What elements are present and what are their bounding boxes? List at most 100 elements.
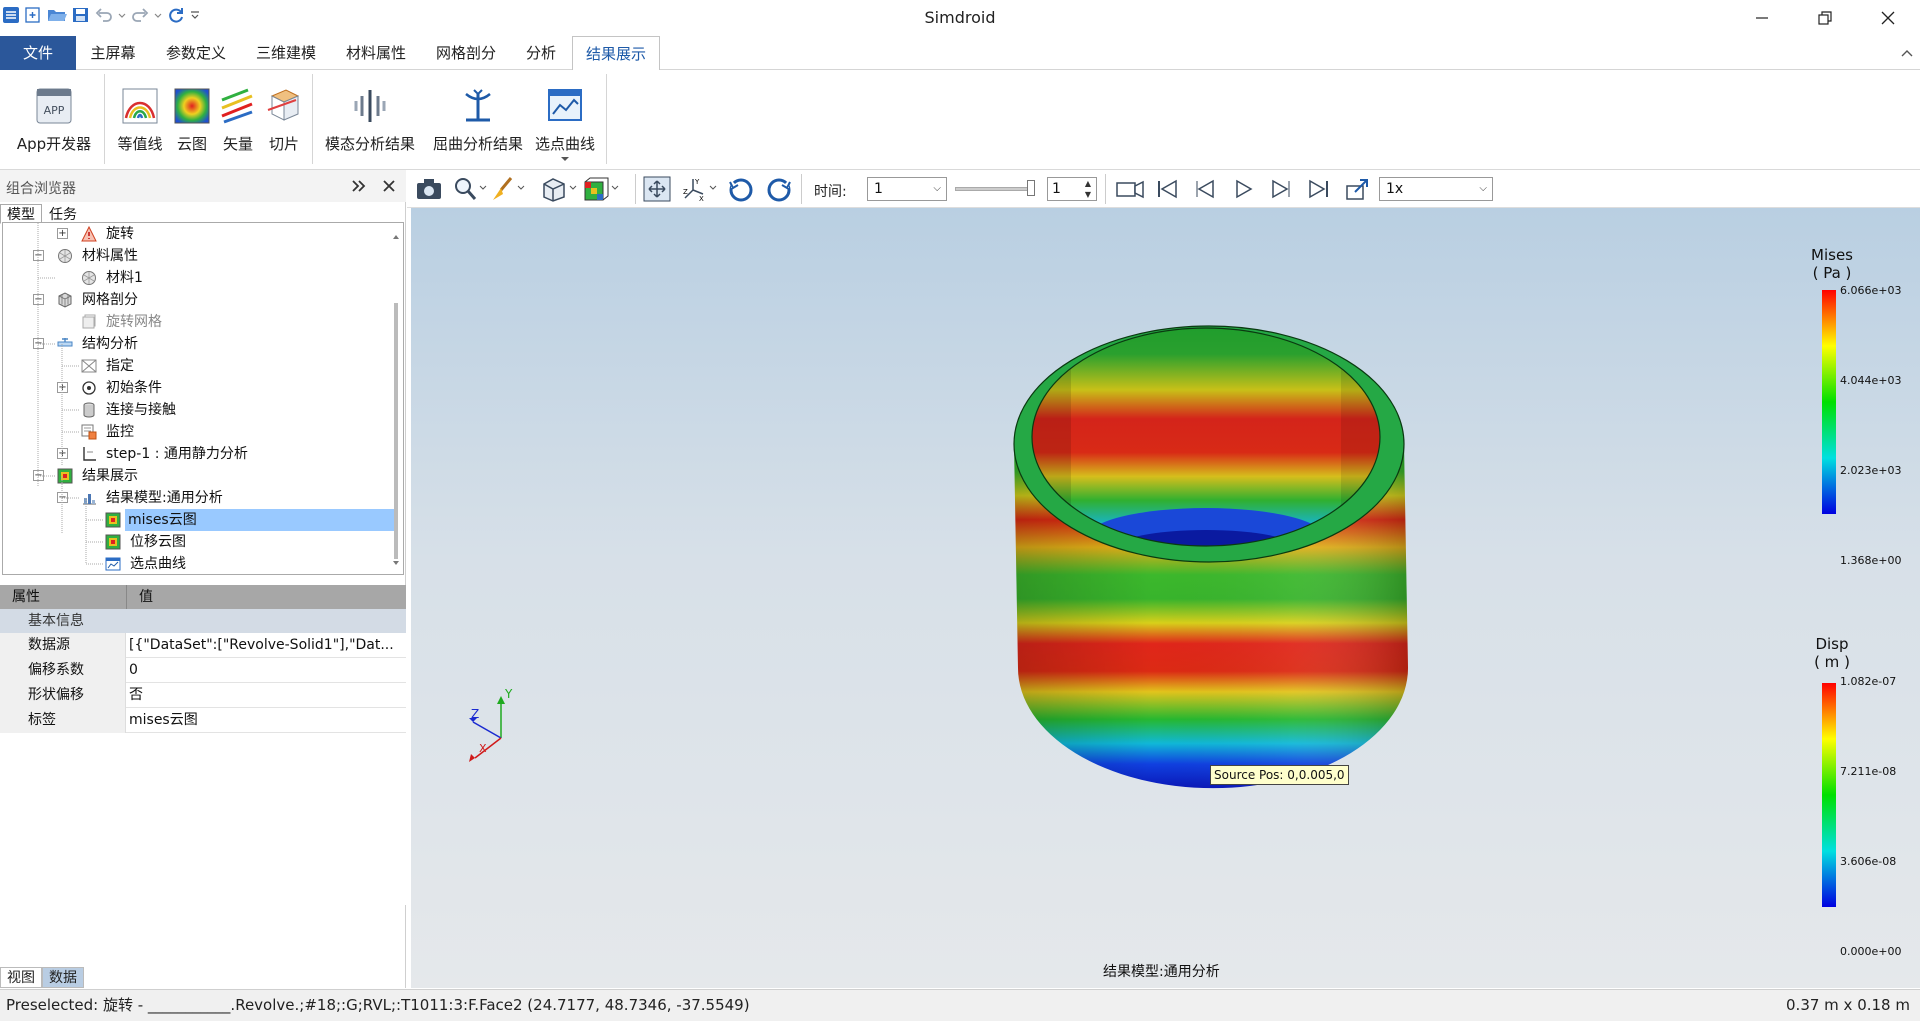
property-value[interactable]: [{"DataSet":["Revolve-Solid1"],"Dat... — [128, 633, 404, 658]
property-row-shape-offset[interactable]: 形状偏移 否 — [0, 683, 406, 708]
property-value[interactable]: mises云图 — [128, 708, 404, 733]
3d-viewport[interactable]: Y Z X Mises ( Pa ) 6.066e+03 4.044e+03 2… — [411, 208, 1920, 988]
previous-frame-icon[interactable] — [1193, 176, 1217, 202]
close-button[interactable] — [1858, 0, 1918, 36]
vector-button[interactable]: 矢量 — [216, 80, 260, 154]
property-row-label[interactable]: 标签 mises云图 — [0, 708, 406, 733]
property-row-data-source[interactable]: 数据源 [{"DataSet":["Revolve-Solid1"],"Dat.… — [0, 633, 406, 658]
slice-icon — [267, 89, 300, 121]
axes-dropdown-icon[interactable] — [709, 183, 717, 193]
ribbon-separator — [104, 74, 105, 164]
toolbar-separator — [1105, 174, 1106, 204]
mises-legend-title: Mises ( Pa ) — [1807, 246, 1857, 282]
rotate-left-icon[interactable] — [727, 176, 755, 204]
app-developer-button[interactable]: APP App开发器 — [12, 80, 96, 154]
redo-icon[interactable] — [130, 6, 150, 24]
first-frame-icon[interactable] — [1155, 176, 1179, 202]
refresh-icon[interactable] — [166, 6, 186, 24]
property-group-basic: 基本信息 — [0, 609, 406, 633]
view-cube-icon[interactable] — [541, 176, 567, 202]
point-curve-dropdown-icon[interactable] — [560, 156, 570, 162]
scrollbar-track[interactable] — [391, 231, 401, 569]
status-bar: Preselected: 旋转 - ___________.Revolve.;#… — [0, 989, 1920, 1021]
pin-panel-icon[interactable] — [352, 180, 366, 192]
tab-home[interactable]: 主屏幕 — [78, 36, 148, 70]
cylinder-result-render[interactable]: Y Z X — [411, 208, 1920, 988]
close-icon — [1881, 11, 1895, 25]
zoom-icon[interactable] — [453, 176, 477, 202]
tab-data[interactable]: 数据 — [42, 967, 84, 988]
combo-browser-tabs: 模型 任务 — [0, 204, 84, 224]
tab-material[interactable]: 材料属性 — [332, 36, 420, 70]
tab-parameters[interactable]: 参数定义 — [152, 36, 240, 70]
render-mode-icon[interactable] — [583, 176, 609, 202]
frame-spinbox-value: 1 — [1052, 181, 1061, 197]
tree-scrollbar[interactable] — [391, 231, 401, 569]
property-key: 偏移系数 — [0, 658, 126, 683]
property-row-offset-factor[interactable]: 偏移系数 0 — [0, 658, 406, 683]
svg-text:X: X — [699, 195, 704, 202]
close-panel-icon[interactable] — [383, 180, 395, 192]
speed-select-value: 1x — [1386, 181, 1404, 197]
new-file-icon[interactable] — [23, 6, 43, 24]
tab-file[interactable]: 文件 — [0, 36, 76, 70]
redo-dropdown-icon[interactable] — [153, 6, 163, 24]
play-icon[interactable] — [1231, 176, 1255, 202]
save-icon[interactable] — [71, 6, 91, 24]
disp-tick: 3.606e-08 — [1840, 855, 1897, 868]
contour-lines-button[interactable]: 等值线 — [112, 80, 168, 154]
status-dimensions-text: 0.37 m x 0.18 m — [1786, 996, 1910, 1014]
spin-arrows-icon[interactable]: ▲ ▼ — [1085, 178, 1091, 200]
fit-all-icon[interactable] — [643, 176, 671, 202]
undo-dropdown-icon[interactable] — [117, 6, 127, 24]
property-value[interactable]: 否 — [128, 683, 404, 708]
next-frame-icon[interactable] — [1269, 176, 1293, 202]
property-header-value: 值 — [126, 585, 153, 609]
tab-3d-modeling[interactable]: 三维建模 — [242, 36, 330, 70]
brush-dropdown-icon[interactable] — [517, 183, 525, 193]
modal-results-label: 模态分析结果 — [324, 135, 415, 153]
app-logo-icon — [3, 7, 19, 23]
axis-label-z: Z — [471, 707, 479, 721]
buckling-results-button[interactable]: 屈曲分析结果 — [426, 80, 530, 154]
minimize-button[interactable] — [1732, 0, 1792, 36]
zoom-dropdown-icon[interactable] — [479, 183, 487, 193]
undo-icon[interactable] — [94, 6, 114, 24]
time-slider[interactable] — [955, 187, 1035, 191]
screenshot-icon[interactable] — [415, 176, 443, 202]
view-cube-dropdown-icon[interactable] — [569, 183, 577, 193]
last-frame-icon[interactable] — [1307, 176, 1331, 202]
cloud-map-button[interactable]: 云图 — [170, 80, 214, 154]
panel-bottom-tabs: 视图 数据 — [0, 967, 84, 988]
tab-results[interactable]: 结果展示 — [572, 36, 660, 71]
time-slider-handle[interactable] — [1027, 180, 1035, 196]
tab-view[interactable]: 视图 — [0, 967, 42, 988]
tab-model[interactable]: 模型 — [0, 204, 42, 224]
modal-results-button[interactable]: 模态分析结果 — [318, 80, 422, 154]
axes-orientation-icon[interactable]: YZ X — [681, 176, 707, 202]
clear-brush-icon[interactable] — [491, 176, 515, 202]
customize-qat-icon[interactable] — [189, 6, 201, 24]
tab-task[interactable]: 任务 — [42, 204, 84, 224]
tab-analysis[interactable]: 分析 — [512, 36, 570, 70]
record-video-icon[interactable] — [1115, 176, 1145, 202]
open-folder-icon[interactable] — [46, 6, 68, 24]
mises-legend-unit: ( Pa ) — [1812, 264, 1852, 282]
render-dropdown-icon[interactable] — [611, 183, 619, 193]
tab-mesh[interactable]: 网格剖分 — [422, 36, 510, 70]
tree-label: 选点曲线 — [130, 556, 186, 572]
combo-browser-header: 组合浏览器 — [0, 170, 406, 202]
restore-button[interactable] — [1795, 0, 1855, 36]
axis-label-x: X — [479, 742, 487, 755]
minimize-icon — [1756, 17, 1768, 19]
frame-spinbox[interactable]: 1 ▲ ▼ — [1047, 177, 1097, 201]
point-curve-button[interactable]: 选点曲线 — [532, 80, 598, 162]
property-value[interactable]: 0 — [128, 658, 404, 683]
disp-tick-max: 1.082e-07 — [1840, 675, 1897, 688]
time-select[interactable]: 1 ⌵ — [867, 177, 947, 201]
rotate-right-icon[interactable] — [765, 176, 793, 204]
collapse-ribbon-icon[interactable] — [1900, 48, 1914, 58]
slice-button[interactable]: 切片 — [262, 80, 306, 154]
speed-select[interactable]: 1x ⌵ — [1379, 177, 1493, 201]
export-icon[interactable] — [1345, 176, 1371, 202]
